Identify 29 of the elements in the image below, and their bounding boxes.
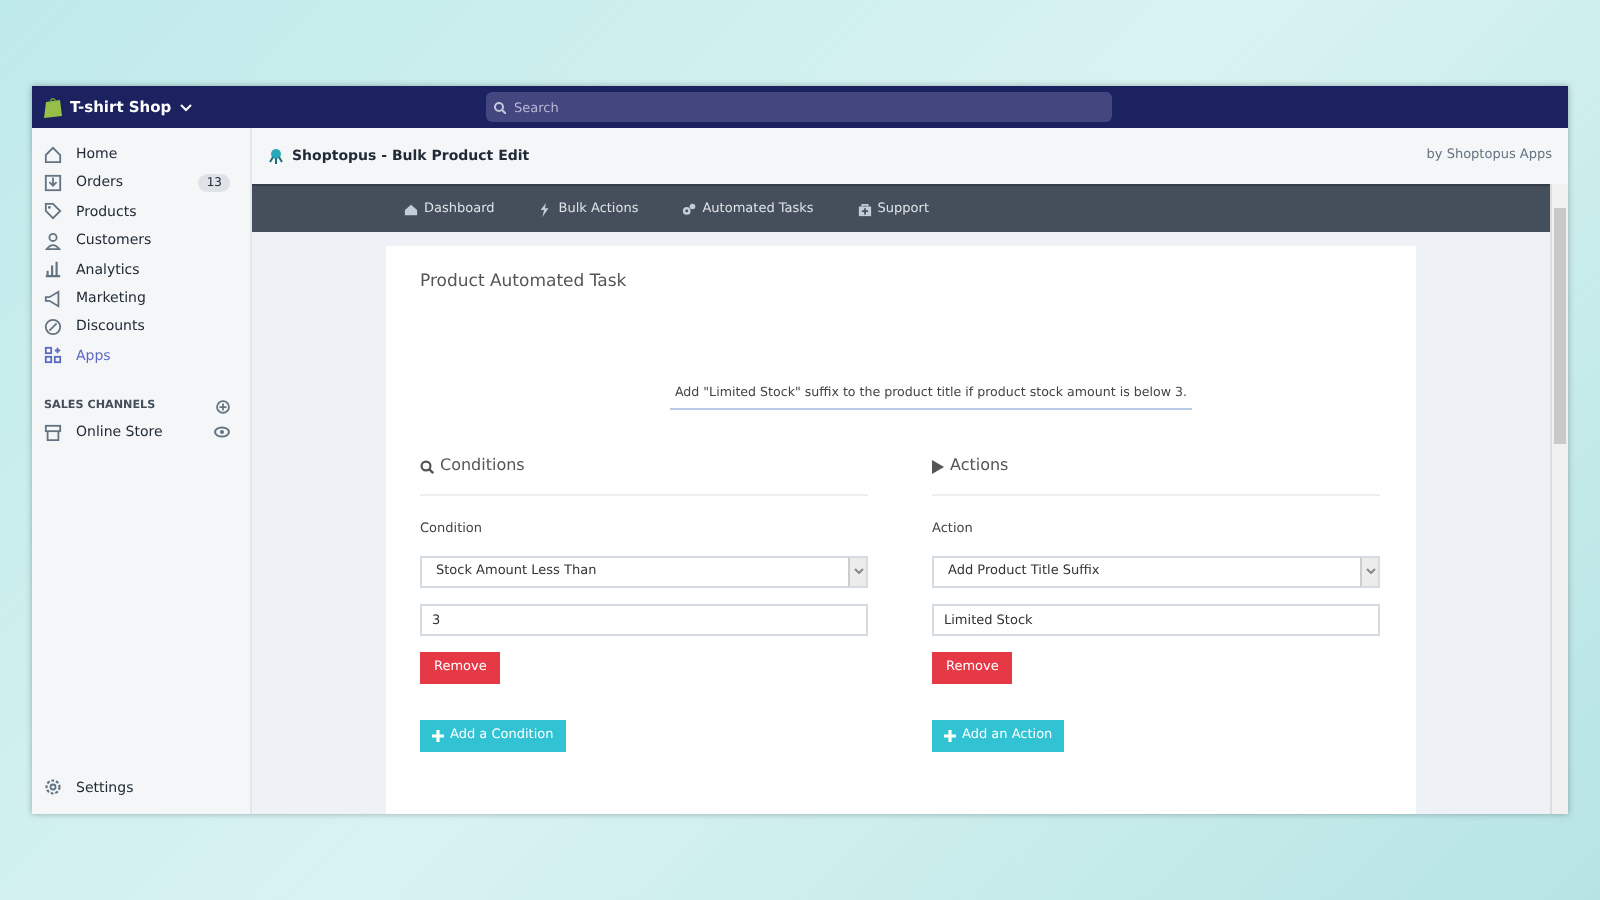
tag-icon [44, 202, 62, 221]
discount-icon [44, 318, 62, 337]
inbox-icon [44, 174, 62, 193]
eye-icon[interactable] [214, 426, 230, 439]
section-heading: Conditions [420, 454, 868, 497]
plus-icon [944, 729, 956, 742]
shopping-bag-icon [44, 96, 62, 118]
gears-icon [682, 201, 697, 217]
add-circle-icon[interactable] [216, 399, 230, 414]
home-icon [404, 201, 418, 217]
storefront-icon [44, 423, 62, 442]
play-icon [932, 459, 944, 474]
octopus-logo-icon [268, 148, 284, 164]
megaphone-icon [44, 289, 62, 308]
plus-icon [432, 729, 444, 742]
gear-icon [44, 778, 62, 797]
bar-chart-icon [44, 260, 62, 279]
search-icon [420, 459, 434, 474]
scrollbar[interactable] [1550, 184, 1568, 814]
chevron-down-icon [1365, 568, 1375, 575]
medkit-icon [857, 201, 872, 217]
card-title: Product Automated Task [420, 270, 629, 296]
chevron-down-icon[interactable] [179, 103, 192, 111]
home-icon [44, 145, 62, 164]
apps-icon [44, 346, 62, 365]
person-icon [44, 231, 62, 250]
section-heading: Actions [932, 454, 1380, 497]
bolt-icon [538, 201, 553, 217]
chevron-down-icon [853, 568, 863, 575]
